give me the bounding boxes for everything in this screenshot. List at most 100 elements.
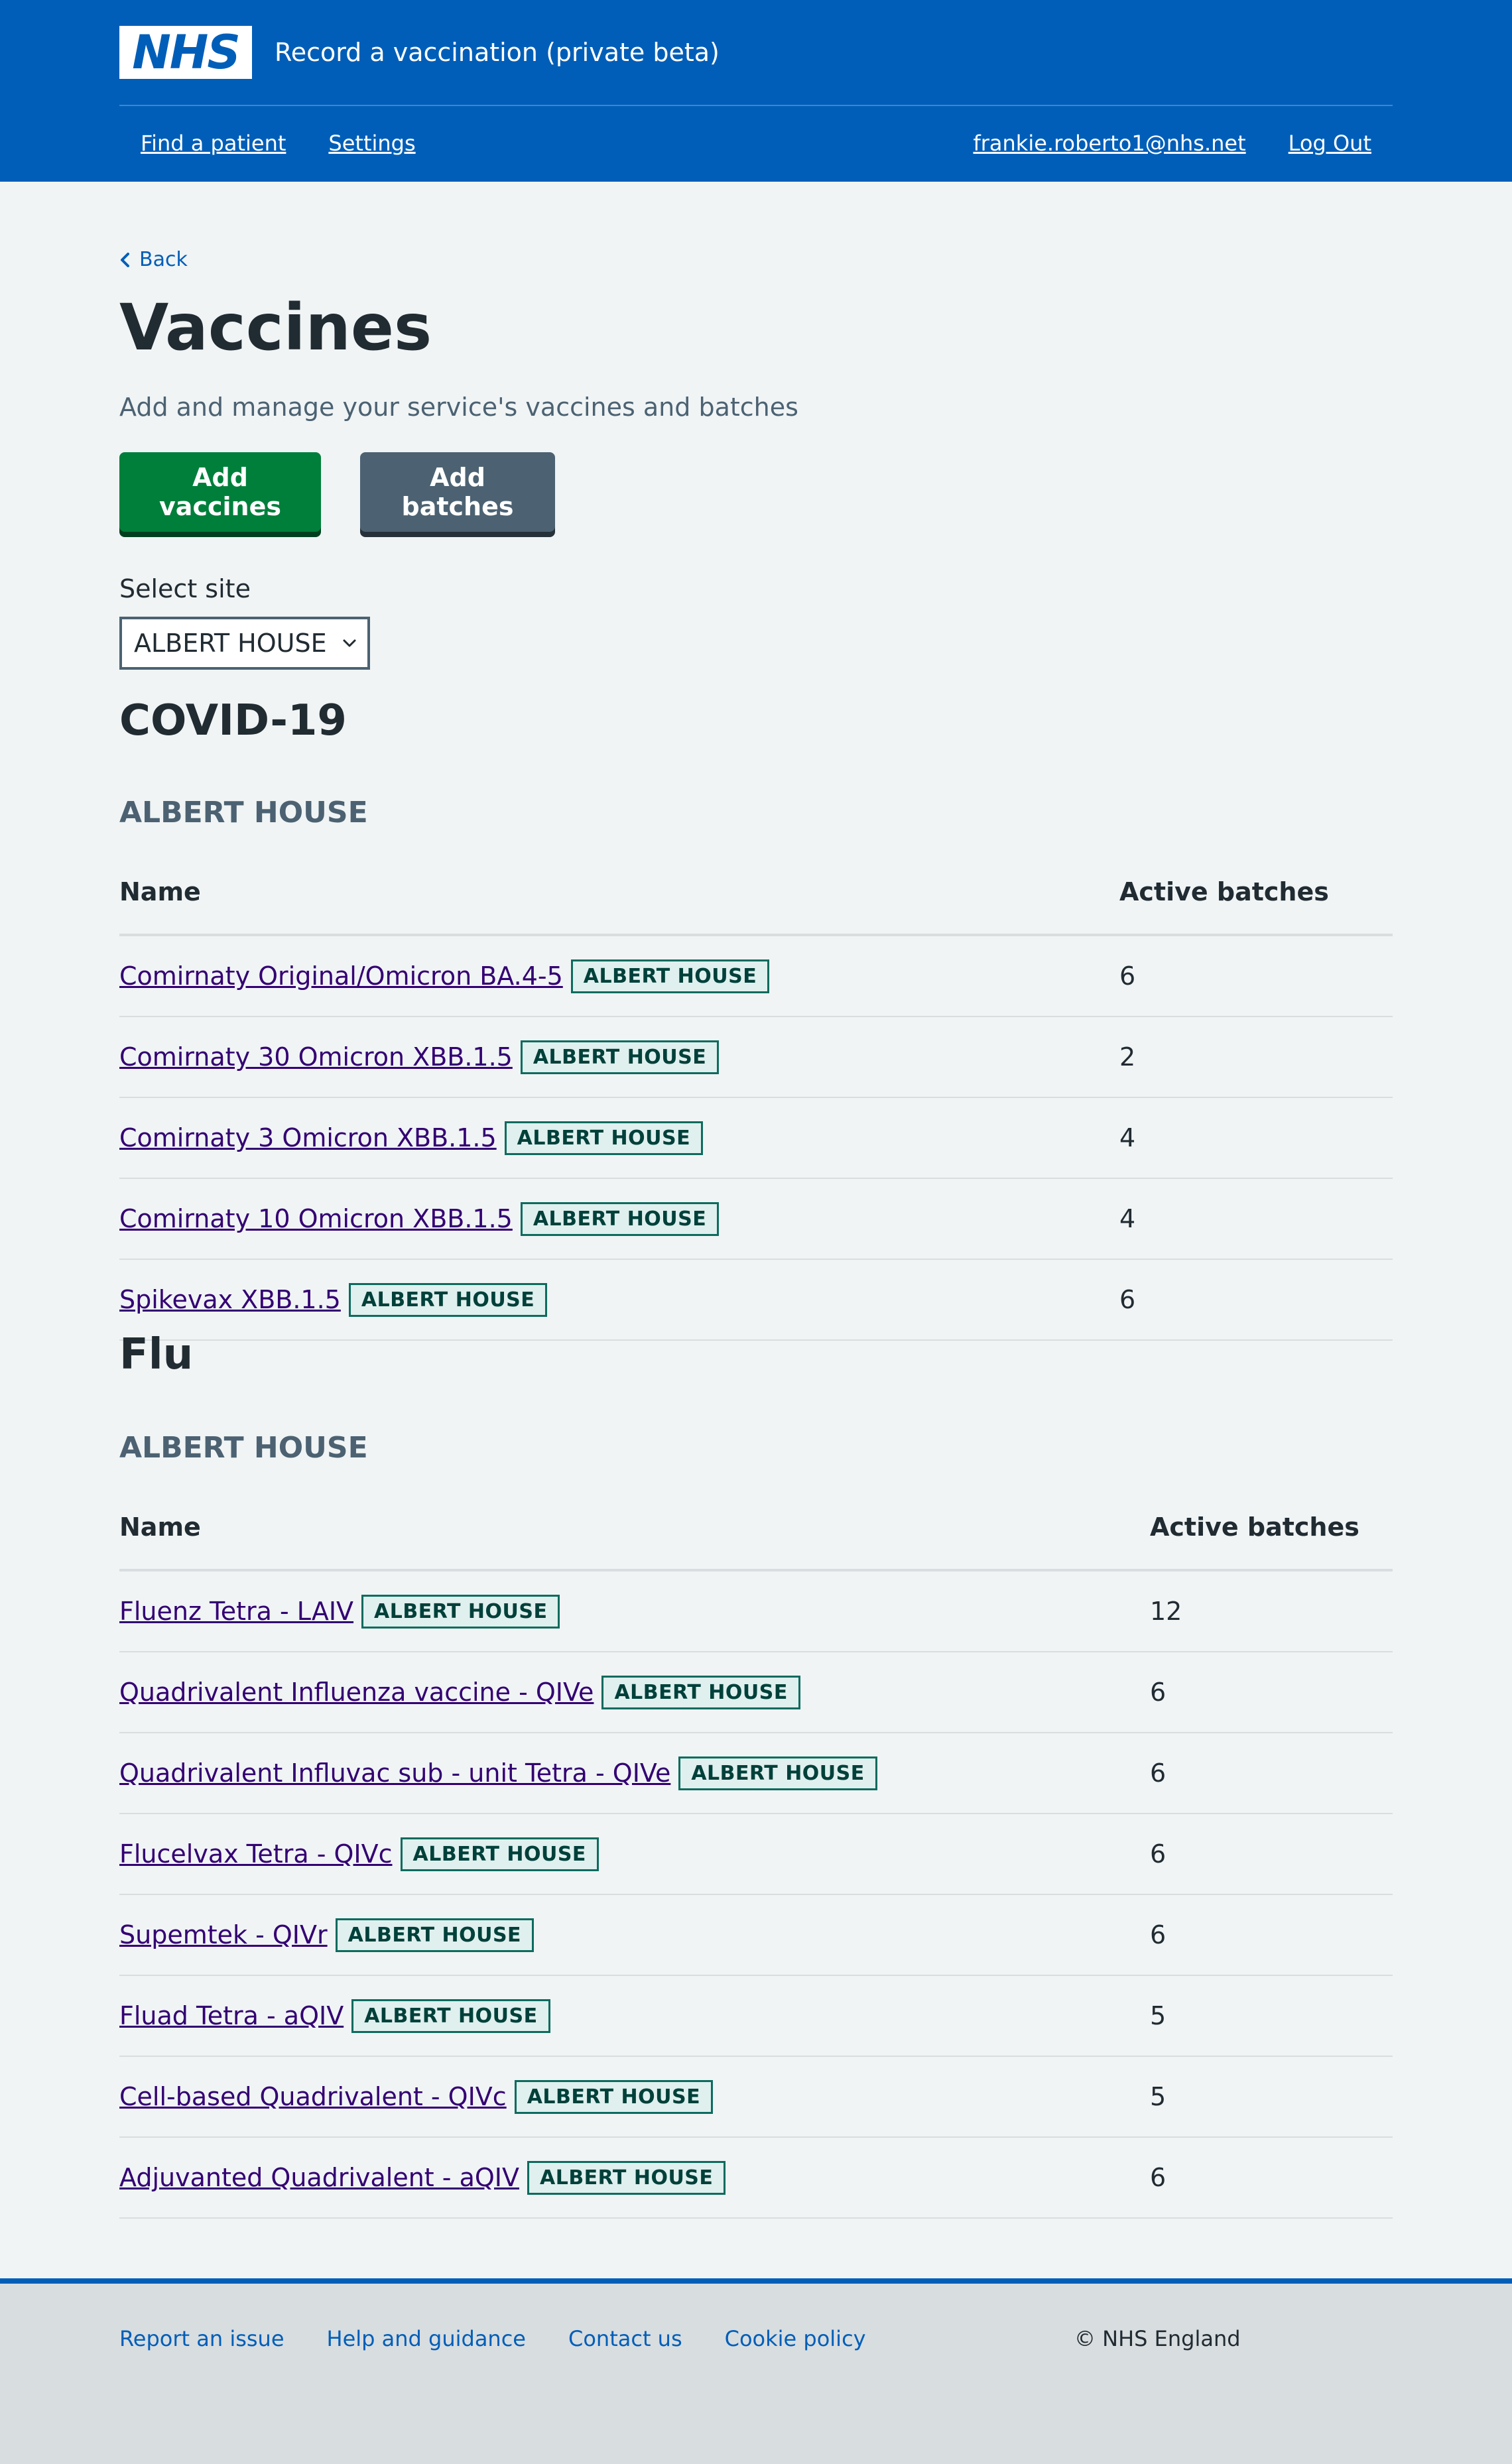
table-row: Supemtek - QIVr ALBERT HOUSE 6 bbox=[119, 1895, 1393, 1976]
table-row: Fluad Tetra - aQIV ALBERT HOUSE 5 bbox=[119, 1976, 1393, 2057]
table-row: Comirnaty 3 Omicron XBB.1.5 ALBERT HOUSE 4 bbox=[119, 1098, 1393, 1179]
nhs-logo[interactable]: NHS bbox=[119, 26, 252, 79]
table-row: Quadrivalent Influenza vaccine - QIVe ALB… bbox=[119, 1652, 1393, 1733]
select-site-label: Select site bbox=[119, 574, 251, 603]
site-tag: ALBERT HOUSE bbox=[570, 959, 770, 993]
flu-site-caption: ALBERT HOUSE bbox=[119, 1431, 368, 1465]
active-batches-count: 12 bbox=[1150, 1597, 1182, 1626]
primary-nav: Find a patient Settings bbox=[141, 131, 416, 156]
flu-vaccines-table: Name Active batches Fluenz Tetra - LAIV A… bbox=[119, 1485, 1393, 2219]
copyright-text: © NHS England bbox=[1074, 2326, 1241, 2351]
vaccine-name-cell: Comirnaty Original/Omicron BA.4-5 ALBERT … bbox=[119, 959, 770, 993]
add-vaccines-button[interactable]: Add vaccines bbox=[119, 452, 321, 532]
active-batches-count: 6 bbox=[1150, 2163, 1166, 2192]
covid-table-body: Comirnaty Original/Omicron BA.4-5 ALBERT … bbox=[119, 936, 1393, 1341]
active-batches-count: 6 bbox=[1150, 1758, 1166, 1788]
active-batches-count: 4 bbox=[1119, 1204, 1136, 1233]
site-tag: ALBERT HOUSE bbox=[348, 1282, 548, 1317]
service-name[interactable]: Record a vaccination (private beta) bbox=[275, 38, 720, 67]
flu-section-title: Flu bbox=[119, 1330, 194, 1379]
site-tag: ALBERT HOUSE bbox=[361, 1594, 560, 1629]
vaccine-link[interactable]: Comirnaty 10 Omicron XBB.1.5 bbox=[119, 1204, 513, 1233]
active-batches-count: 6 bbox=[1150, 1839, 1166, 1869]
vaccine-link[interactable]: Comirnaty Original/Omicron BA.4-5 bbox=[119, 961, 563, 991]
flu-table-body: Fluenz Tetra - LAIV ALBERT HOUSE 12 Quadriv… bbox=[119, 1571, 1393, 2219]
active-batches-count: 5 bbox=[1150, 2082, 1166, 2111]
table-row: Cell-based Quadrivalent - QIVc ALBERT HOU… bbox=[119, 2057, 1393, 2138]
vaccine-name-cell: Comirnaty 30 Omicron XBB.1.5 ALBERT HOUSE bbox=[119, 1040, 720, 1074]
header-navigation: Find a patient Settings frankie.roberto1… bbox=[119, 106, 1393, 180]
site-tag: ALBERT HOUSE bbox=[527, 2160, 726, 2195]
site-tag: ALBERT HOUSE bbox=[678, 1756, 877, 1790]
site-tag: ALBERT HOUSE bbox=[514, 2079, 714, 2114]
active-batches-count: 6 bbox=[1119, 961, 1136, 991]
cookie-policy-link[interactable]: Cookie policy bbox=[725, 2326, 866, 2351]
table-row: Comirnaty 10 Omicron XBB.1.5 ALBERT HOUSE… bbox=[119, 1179, 1393, 1260]
table-header: Name Active batches bbox=[119, 850, 1393, 936]
vaccine-link[interactable]: Cell-based Quadrivalent - QIVc bbox=[119, 2082, 507, 2111]
table-row: Flucelvax Tetra - QIVc ALBERT HOUSE 6 bbox=[119, 1814, 1393, 1895]
vaccine-link[interactable]: Comirnaty 3 Omicron XBB.1.5 bbox=[119, 1123, 497, 1152]
find-patient-link[interactable]: Find a patient bbox=[141, 131, 286, 156]
user-email-link[interactable]: frankie.roberto1@nhs.net bbox=[973, 131, 1245, 156]
covid-section-title: COVID-19 bbox=[119, 696, 347, 745]
vaccine-name-cell: Comirnaty 10 Omicron XBB.1.5 ALBERT HOUSE bbox=[119, 1201, 720, 1236]
table-row: Adjuvanted Quadrivalent - aQIV ALBERT HOU… bbox=[119, 2138, 1393, 2219]
column-header-active-batches: Active batches bbox=[1150, 1512, 1359, 1542]
site-tag: ALBERT HOUSE bbox=[335, 1918, 535, 1952]
vaccine-name-cell: Comirnaty 3 Omicron XBB.1.5 ALBERT HOUSE bbox=[119, 1121, 704, 1155]
vaccine-name-cell: Flucelvax Tetra - QIVc ALBERT HOUSE bbox=[119, 1837, 599, 1871]
report-issue-link[interactable]: Report an issue bbox=[119, 2326, 284, 2351]
vaccine-name-cell: Fluad Tetra - aQIV ALBERT HOUSE bbox=[119, 1999, 550, 2033]
vaccine-link[interactable]: Flucelvax Tetra - QIVc bbox=[119, 1839, 393, 1869]
active-batches-count: 4 bbox=[1119, 1123, 1136, 1152]
vaccine-link[interactable]: Fluad Tetra - aQIV bbox=[119, 2001, 344, 2030]
covid-site-caption: ALBERT HOUSE bbox=[119, 796, 368, 830]
site-select[interactable]: ALBERT HOUSE bbox=[119, 617, 370, 670]
vaccine-link[interactable]: Fluenz Tetra - LAIV bbox=[119, 1597, 353, 1626]
active-batches-count: 5 bbox=[1150, 2001, 1166, 2030]
active-batches-count: 2 bbox=[1119, 1042, 1136, 1072]
back-link[interactable]: Back bbox=[119, 248, 188, 271]
table-row: Spikevax XBB.1.5 ALBERT HOUSE 6 bbox=[119, 1260, 1393, 1341]
account-nav: frankie.roberto1@nhs.net Log Out bbox=[973, 131, 1371, 156]
header-container: NHS Record a vaccination (private beta) … bbox=[119, 0, 1393, 182]
table-row: Quadrivalent Influvac sub - unit Tetra -… bbox=[119, 1733, 1393, 1814]
site-header: NHS Record a vaccination (private beta) … bbox=[0, 0, 1512, 182]
site-tag: ALBERT HOUSE bbox=[351, 1999, 550, 2033]
help-guidance-link[interactable]: Help and guidance bbox=[327, 2326, 526, 2351]
vaccine-link[interactable]: Adjuvanted Quadrivalent - aQIV bbox=[119, 2163, 519, 2192]
vaccine-name-cell: Fluenz Tetra - LAIV ALBERT HOUSE bbox=[119, 1594, 560, 1629]
table-row: Comirnaty 30 Omicron XBB.1.5 ALBERT HOUSE… bbox=[119, 1017, 1393, 1098]
contact-us-link[interactable]: Contact us bbox=[568, 2326, 682, 2351]
vaccine-link[interactable]: Comirnaty 30 Omicron XBB.1.5 bbox=[119, 1042, 513, 1072]
site-tag: ALBERT HOUSE bbox=[504, 1121, 704, 1155]
column-header-name: Name bbox=[119, 877, 201, 906]
page-title: Vaccines bbox=[119, 290, 432, 365]
site-tag: ALBERT HOUSE bbox=[520, 1201, 720, 1236]
active-batches-count: 6 bbox=[1150, 1920, 1166, 1949]
vaccine-name-cell: Cell-based Quadrivalent - QIVc ALBERT HOU… bbox=[119, 2079, 714, 2114]
active-batches-count: 6 bbox=[1150, 1678, 1166, 1707]
vaccine-name-cell: Supemtek - QIVr ALBERT HOUSE bbox=[119, 1918, 535, 1952]
vaccine-link[interactable]: Spikevax XBB.1.5 bbox=[119, 1285, 341, 1314]
log-out-link[interactable]: Log Out bbox=[1289, 131, 1371, 156]
vaccine-link[interactable]: Supemtek - QIVr bbox=[119, 1920, 328, 1949]
nhs-logo-text: NHS bbox=[132, 25, 241, 80]
site-tag: ALBERT HOUSE bbox=[601, 1675, 800, 1709]
add-batches-button[interactable]: Add batches bbox=[360, 452, 555, 532]
column-header-active-batches: Active batches bbox=[1119, 877, 1329, 906]
column-header-name: Name bbox=[119, 1512, 201, 1542]
vaccine-link[interactable]: Quadrivalent Influvac sub - unit Tetra -… bbox=[119, 1758, 670, 1788]
chevron-down-icon bbox=[343, 639, 356, 647]
vaccine-name-cell: Adjuvanted Quadrivalent - aQIV ALBERT HOU… bbox=[119, 2160, 726, 2195]
settings-link[interactable]: Settings bbox=[328, 131, 415, 156]
site-tag: ALBERT HOUSE bbox=[520, 1040, 720, 1074]
vaccine-name-cell: Quadrivalent Influenza vaccine - QIVe ALB… bbox=[119, 1675, 800, 1709]
header-top: NHS Record a vaccination (private beta) bbox=[119, 0, 1393, 106]
back-link-label: Back bbox=[139, 248, 188, 271]
vaccine-link[interactable]: Quadrivalent Influenza vaccine - QIVe bbox=[119, 1678, 594, 1707]
page-lede: Add and manage your service's vaccines a… bbox=[119, 393, 798, 422]
vaccine-name-cell: Quadrivalent Influvac sub - unit Tetra -… bbox=[119, 1756, 877, 1790]
vaccine-name-cell: Spikevax XBB.1.5 ALBERT HOUSE bbox=[119, 1282, 548, 1317]
